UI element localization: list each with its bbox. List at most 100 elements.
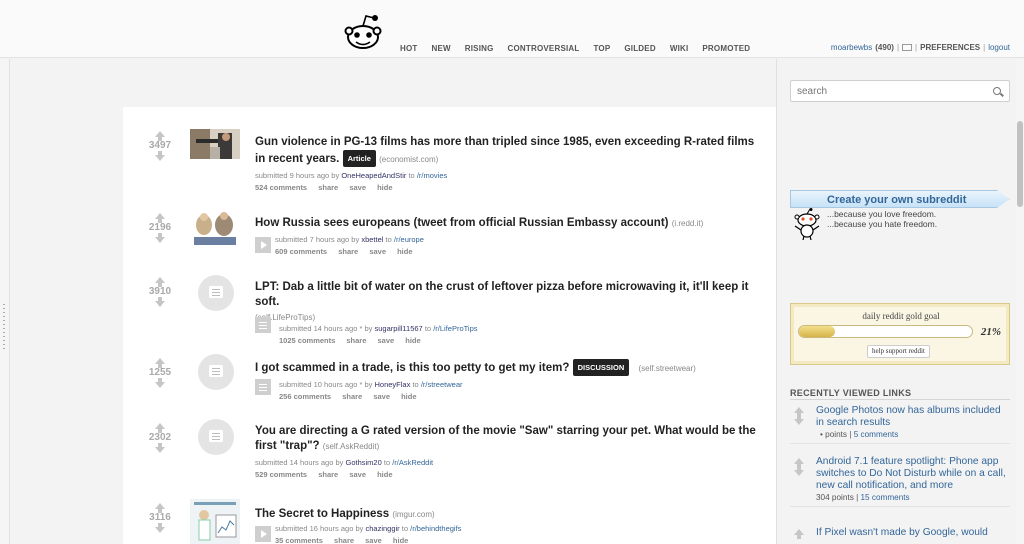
- post-title[interactable]: Gun violence in PG-13 films has more tha…: [255, 136, 754, 165]
- side-panel-handle[interactable]: [0, 59, 10, 544]
- search-icon[interactable]: [993, 87, 1001, 95]
- comments-link[interactable]: 609 comments: [275, 247, 327, 256]
- post-subreddit[interactable]: /r/movies: [417, 171, 447, 180]
- expando-play-icon[interactable]: [255, 237, 271, 253]
- post-domain[interactable]: (imgur.com): [392, 510, 434, 519]
- recent-link-title[interactable]: If Pixel wasn't made by Google, would: [816, 527, 1010, 539]
- save-button[interactable]: save: [349, 470, 366, 479]
- post-author[interactable]: OneHeapedAndStir: [341, 171, 406, 180]
- downvote-icon[interactable]: [155, 443, 165, 453]
- share-button[interactable]: share: [346, 336, 366, 345]
- downvote-icon[interactable]: [155, 233, 165, 243]
- post-domain[interactable]: (self.AskReddit): [323, 442, 379, 451]
- mail-icon[interactable]: [902, 44, 913, 51]
- post-subreddit[interactable]: /r/europe: [394, 235, 424, 244]
- tab-gilded[interactable]: GILDED: [620, 44, 659, 54]
- post-subreddit[interactable]: /r/streetwear: [421, 380, 463, 389]
- tab-hot[interactable]: HOT: [396, 44, 422, 54]
- post-thumbnail[interactable]: [190, 209, 240, 247]
- post-subreddit[interactable]: /r/AskReddit: [392, 458, 433, 467]
- post-title[interactable]: I got scammed in a trade, is this too pe…: [255, 362, 569, 374]
- upvote-icon[interactable]: [155, 213, 165, 223]
- post-domain[interactable]: (economist.com): [379, 155, 438, 164]
- upvote-icon[interactable]: [155, 277, 165, 287]
- tab-rising[interactable]: RISING: [461, 44, 498, 54]
- recent-link-title[interactable]: Google Photos now has albums included in…: [816, 405, 1010, 429]
- tab-controversial[interactable]: CONTROVERSIAL: [504, 44, 584, 54]
- hide-button[interactable]: hide: [377, 183, 392, 192]
- comments-link[interactable]: 1025 comments: [279, 336, 335, 345]
- preferences-link[interactable]: PREFERENCES: [920, 43, 980, 52]
- post-author[interactable]: sugarpill11567: [375, 324, 423, 333]
- save-button[interactable]: save: [369, 247, 386, 256]
- scrollbar[interactable]: [1016, 59, 1024, 544]
- comments-link[interactable]: 524 comments: [255, 183, 307, 192]
- expando-text-icon[interactable]: [255, 379, 271, 395]
- username-link[interactable]: moarbewbs: [831, 43, 872, 52]
- recent-link-comments[interactable]: 5 comments: [854, 430, 899, 439]
- downvote-icon[interactable]: [794, 466, 804, 476]
- comments-link[interactable]: 529 comments: [255, 470, 307, 479]
- create-subreddit-title[interactable]: Create your own subreddit: [827, 194, 966, 206]
- downvote-icon[interactable]: [155, 297, 165, 307]
- share-button[interactable]: share: [334, 536, 354, 544]
- scrollbar-thumb[interactable]: [1017, 121, 1023, 207]
- post-domain[interactable]: (i.redd.it): [672, 219, 704, 228]
- post-author[interactable]: xbettel: [361, 235, 383, 244]
- save-button[interactable]: save: [365, 536, 382, 544]
- upvote-icon[interactable]: [155, 358, 165, 368]
- save-button[interactable]: save: [349, 183, 366, 192]
- self-post-thumbnail[interactable]: [198, 275, 234, 311]
- reddit-logo[interactable]: [344, 12, 382, 52]
- upvote-icon[interactable]: [794, 407, 804, 417]
- upvote-icon[interactable]: [794, 529, 804, 539]
- self-post-thumbnail[interactable]: [198, 419, 234, 455]
- share-button[interactable]: share: [342, 392, 362, 401]
- post-author[interactable]: Gothsim20: [345, 458, 381, 467]
- search-input[interactable]: [791, 81, 981, 101]
- upvote-icon[interactable]: [155, 423, 165, 433]
- share-button[interactable]: share: [318, 470, 338, 479]
- hide-button[interactable]: hide: [397, 247, 412, 256]
- save-button[interactable]: save: [373, 392, 390, 401]
- tab-wiki[interactable]: WIKI: [666, 44, 693, 54]
- post-domain[interactable]: (self.LifeProTips): [255, 313, 765, 322]
- post-thumbnail[interactable]: [190, 499, 240, 544]
- post-title[interactable]: LPT: Dab a little bit of water on the cr…: [255, 281, 748, 308]
- downvote-icon[interactable]: [155, 378, 165, 388]
- expando-play-icon[interactable]: [255, 526, 271, 542]
- hide-button[interactable]: hide: [377, 470, 392, 479]
- post-thumbnail[interactable]: [190, 129, 240, 159]
- save-button[interactable]: save: [377, 336, 394, 345]
- downvote-icon[interactable]: [155, 523, 165, 533]
- tab-top[interactable]: TOP: [589, 44, 614, 54]
- self-post-thumbnail[interactable]: [198, 354, 234, 390]
- upvote-icon[interactable]: [155, 503, 165, 513]
- post-title[interactable]: The Secret to Happiness: [255, 508, 389, 520]
- tab-promoted[interactable]: PROMOTED: [698, 44, 754, 54]
- comments-link[interactable]: 35 comments: [275, 536, 323, 544]
- upvote-icon[interactable]: [794, 458, 804, 468]
- share-button[interactable]: share: [318, 183, 338, 192]
- post-subreddit[interactable]: /r/behindthegifs: [410, 524, 461, 533]
- post-title[interactable]: How Russia sees europeans (tweet from of…: [255, 217, 668, 229]
- post-domain[interactable]: (self.streetwear): [638, 364, 695, 373]
- hide-button[interactable]: hide: [393, 536, 408, 544]
- hide-button[interactable]: hide: [401, 392, 416, 401]
- upvote-icon[interactable]: [155, 131, 165, 141]
- post-author[interactable]: chazinggir: [365, 524, 399, 533]
- comments-link[interactable]: 256 comments: [279, 392, 331, 401]
- post-author[interactable]: HoneyFlax: [375, 380, 411, 389]
- tab-new[interactable]: NEW: [428, 44, 455, 54]
- recent-link-title[interactable]: Android 7.1 feature spotlight: Phone app…: [816, 456, 1010, 492]
- help-support-button[interactable]: help support reddit: [867, 345, 930, 358]
- logout-link[interactable]: logout: [988, 43, 1010, 52]
- share-button[interactable]: share: [338, 247, 358, 256]
- expando-text-icon[interactable]: [255, 317, 271, 333]
- post-subreddit[interactable]: /r/LifeProTips: [433, 324, 477, 333]
- hide-button[interactable]: hide: [405, 336, 420, 345]
- recent-link-comments[interactable]: 15 comments: [861, 493, 910, 502]
- downvote-icon[interactable]: [155, 151, 165, 161]
- downvote-icon[interactable]: [794, 415, 804, 425]
- create-subreddit-widget[interactable]: Create your own subreddit ...because you…: [790, 190, 1010, 242]
